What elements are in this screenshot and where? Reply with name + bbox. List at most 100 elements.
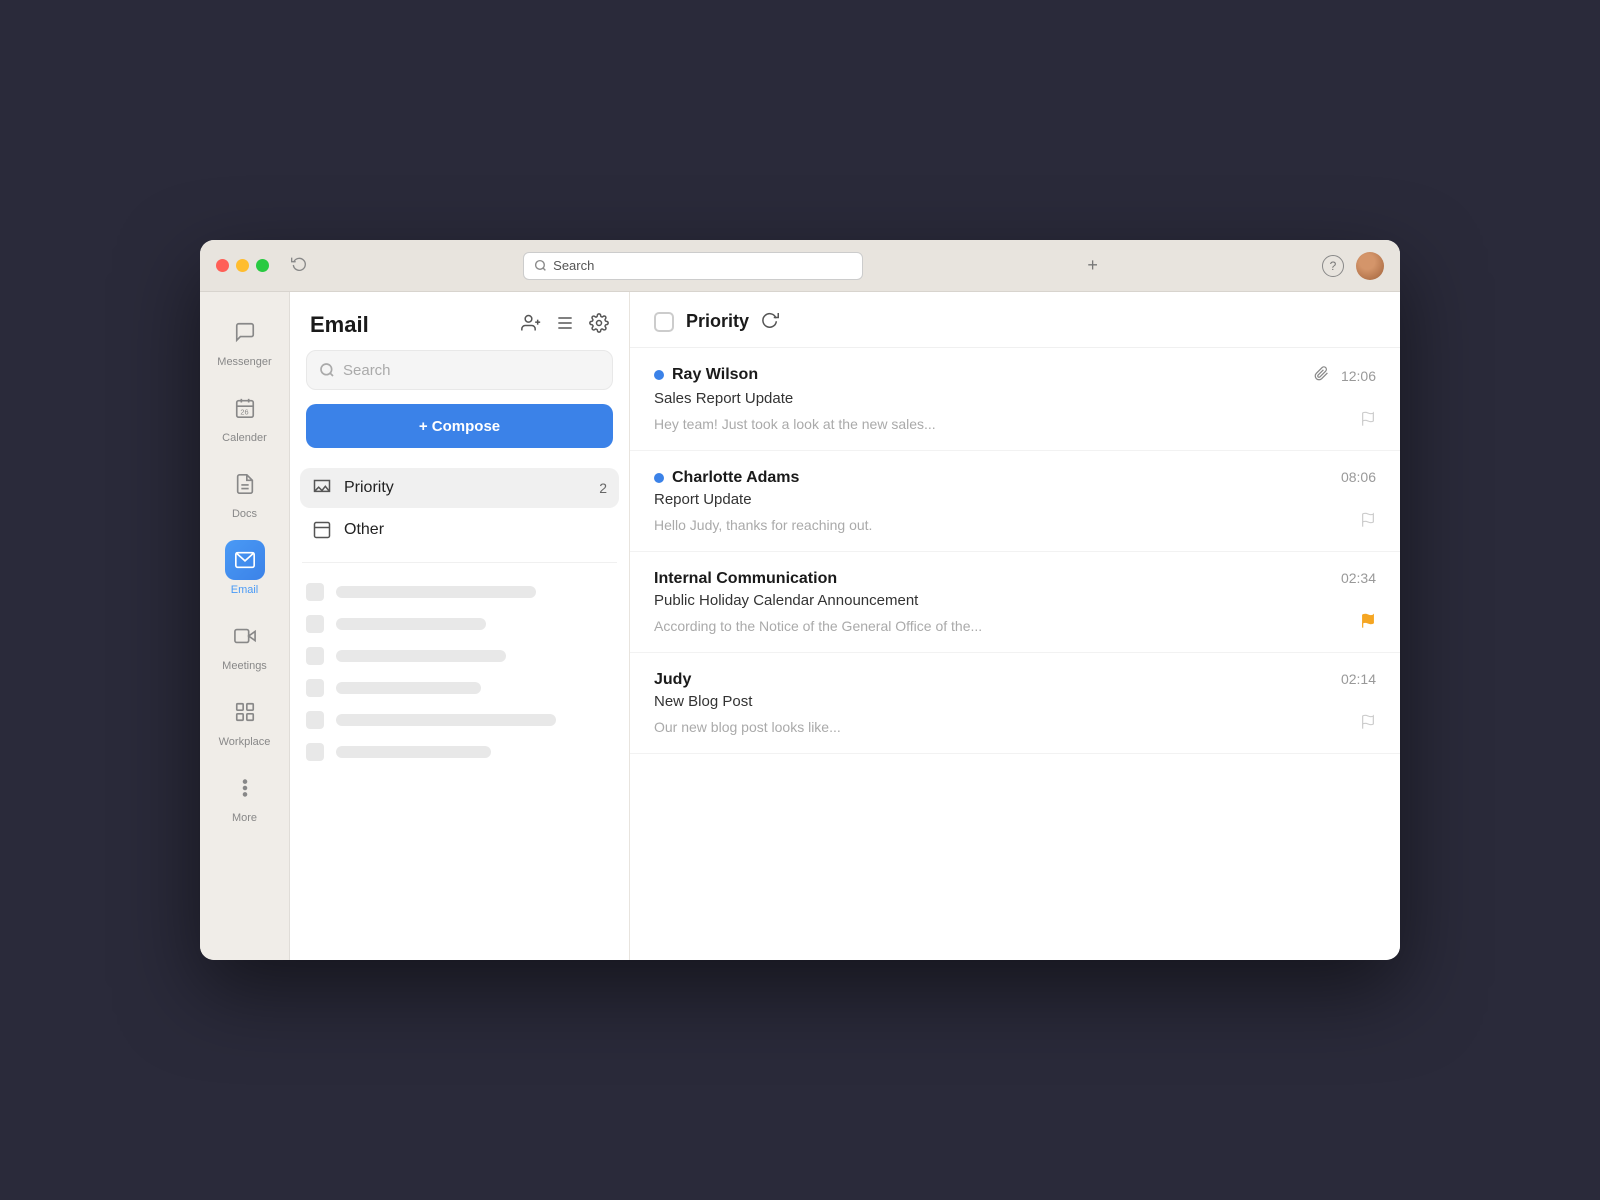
priority-folder-badge: 2	[599, 480, 607, 496]
email-icon-wrap	[225, 540, 265, 580]
sidebar-item-meetings-label: Meetings	[222, 660, 267, 672]
attachment-icon	[1314, 366, 1329, 386]
titlebar: Search + ?	[200, 240, 1400, 292]
svg-text:26: 26	[240, 407, 248, 416]
select-all-checkbox[interactable]	[654, 312, 674, 332]
calendar-icon-wrap: 26	[225, 388, 265, 428]
new-tab-button[interactable]: +	[1079, 255, 1106, 276]
search-input[interactable]	[343, 362, 600, 379]
email-main: Priority Ray Wilson	[630, 292, 1400, 960]
meetings-icon-wrap	[225, 616, 265, 656]
email-main-header: Priority	[630, 292, 1400, 348]
email-item-judy[interactable]: Judy 02:14 New Blog Post Our new blog po…	[630, 653, 1400, 754]
traffic-lights	[216, 259, 269, 272]
email-subject-charlotte-adams: Report Update	[654, 491, 1376, 508]
compose-button[interactable]: + Compose	[306, 404, 613, 448]
email-item-charlotte-adams[interactable]: Charlotte Adams 08:06 Report Update Hell…	[630, 451, 1400, 552]
list-icon[interactable]	[555, 313, 575, 338]
email-preview-charlotte-adams: Hello Judy, thanks for reaching out.	[654, 517, 872, 533]
avatar-image	[1356, 252, 1384, 280]
skeleton-bar-5	[336, 714, 556, 726]
skeleton-flag-icon	[306, 583, 324, 601]
sidebar-item-workplace[interactable]: Workplace	[200, 682, 289, 758]
help-button[interactable]: ?	[1322, 255, 1344, 277]
email-panel: Email	[290, 292, 630, 960]
skeleton-row-2	[306, 615, 613, 633]
email-item-header-4: Judy 02:14	[654, 671, 1376, 689]
email-time-charlotte-adams: 08:06	[1341, 469, 1376, 485]
email-panel-actions	[521, 313, 609, 338]
close-button[interactable]	[216, 259, 229, 272]
email-panel-header: Email	[290, 292, 629, 350]
sidebar-item-email[interactable]: Email	[200, 530, 289, 606]
settings-icon[interactable]	[589, 313, 609, 338]
avatar[interactable]	[1356, 252, 1384, 280]
icon-sidebar: Messenger 26 Calender	[200, 292, 290, 960]
folder-item-priority[interactable]: Priority 2	[300, 468, 619, 508]
app-window: Search + ? Messenger	[200, 240, 1400, 960]
messenger-icon-wrap	[225, 312, 265, 352]
skeleton-row-3	[306, 647, 613, 665]
skeleton-send-icon	[306, 647, 324, 665]
titlebar-search-label: Search	[553, 258, 594, 273]
flag-icon-internal[interactable]	[1360, 613, 1376, 634]
workplace-icon-wrap	[225, 692, 265, 732]
email-sender-ray-wilson: Ray Wilson	[654, 366, 758, 384]
contacts-icon[interactable]	[521, 313, 541, 338]
email-time-ray-wilson: 12:06	[1341, 368, 1376, 384]
email-time-judy: 02:14	[1341, 671, 1376, 687]
sidebar-item-workplace-label: Workplace	[219, 736, 271, 748]
skeleton-row-5	[306, 711, 613, 729]
skeleton-doc-icon	[306, 615, 324, 633]
email-item-footer-3: According to the Notice of the General O…	[654, 613, 1376, 634]
email-item-footer-4: Our new blog post looks like...	[654, 714, 1376, 735]
email-item-internal-communication[interactable]: Internal Communication 02:34 Public Holi…	[630, 552, 1400, 653]
minimize-button[interactable]	[236, 259, 249, 272]
email-item-header: Ray Wilson 12:06	[654, 366, 1376, 386]
docs-icon-wrap	[225, 464, 265, 504]
sidebar-item-more[interactable]: More	[200, 758, 289, 834]
skeleton-bar-4	[336, 682, 481, 694]
maximize-button[interactable]	[256, 259, 269, 272]
search-icon	[319, 362, 335, 378]
other-folder-label: Other	[344, 521, 595, 539]
history-icon[interactable]	[291, 255, 307, 276]
skeleton-row-4	[306, 679, 613, 697]
email-item-ray-wilson[interactable]: Ray Wilson 12:06 Sales Report Update Hey…	[630, 348, 1400, 451]
email-item-footer-2: Hello Judy, thanks for reaching out.	[654, 512, 1376, 533]
refresh-icon[interactable]	[761, 310, 779, 333]
skeleton-row-6	[306, 743, 613, 761]
email-preview-ray-wilson: Hey team! Just took a look at the new sa…	[654, 416, 936, 432]
email-header-icons-4: 02:14	[1341, 671, 1376, 687]
email-preview-internal: According to the Notice of the General O…	[654, 618, 982, 634]
email-subject-judy: New Blog Post	[654, 693, 1376, 710]
other-icon	[312, 520, 332, 540]
search-box[interactable]	[306, 350, 613, 390]
email-item-header-2: Charlotte Adams 08:06	[654, 469, 1376, 487]
titlebar-search[interactable]: Search	[523, 252, 863, 280]
email-sender-judy: Judy	[654, 671, 691, 689]
email-item-header-3: Internal Communication 02:34	[654, 570, 1376, 588]
email-item-footer: Hey team! Just took a look at the new sa…	[654, 411, 1376, 432]
sidebar-item-messenger[interactable]: Messenger	[200, 302, 289, 378]
sidebar-item-meetings[interactable]: Meetings	[200, 606, 289, 682]
email-header-icons-3: 02:34	[1341, 570, 1376, 586]
flag-icon-charlotte-adams[interactable]	[1360, 512, 1376, 533]
skeleton-row-1	[306, 583, 613, 601]
sidebar-item-calender[interactable]: 26 Calender	[200, 378, 289, 454]
main-content: Messenger 26 Calender	[200, 292, 1400, 960]
sidebar-item-calender-label: Calender	[222, 432, 267, 444]
folder-item-other[interactable]: Other	[300, 510, 619, 550]
skeleton-trash-icon	[306, 711, 324, 729]
flag-icon-judy[interactable]	[1360, 714, 1376, 735]
sidebar-item-docs-label: Docs	[232, 508, 257, 520]
priority-folder-label: Priority	[344, 479, 587, 497]
flag-icon-ray-wilson[interactable]	[1360, 411, 1376, 432]
sidebar-item-docs[interactable]: Docs	[200, 454, 289, 530]
email-sender-charlotte-adams: Charlotte Adams	[654, 469, 799, 487]
skeleton-bar-3	[336, 650, 506, 662]
email-time-internal: 02:34	[1341, 570, 1376, 586]
email-sender-internal: Internal Communication	[654, 570, 837, 588]
sidebar-item-messenger-label: Messenger	[217, 356, 271, 368]
skeleton-info-icon	[306, 743, 324, 761]
